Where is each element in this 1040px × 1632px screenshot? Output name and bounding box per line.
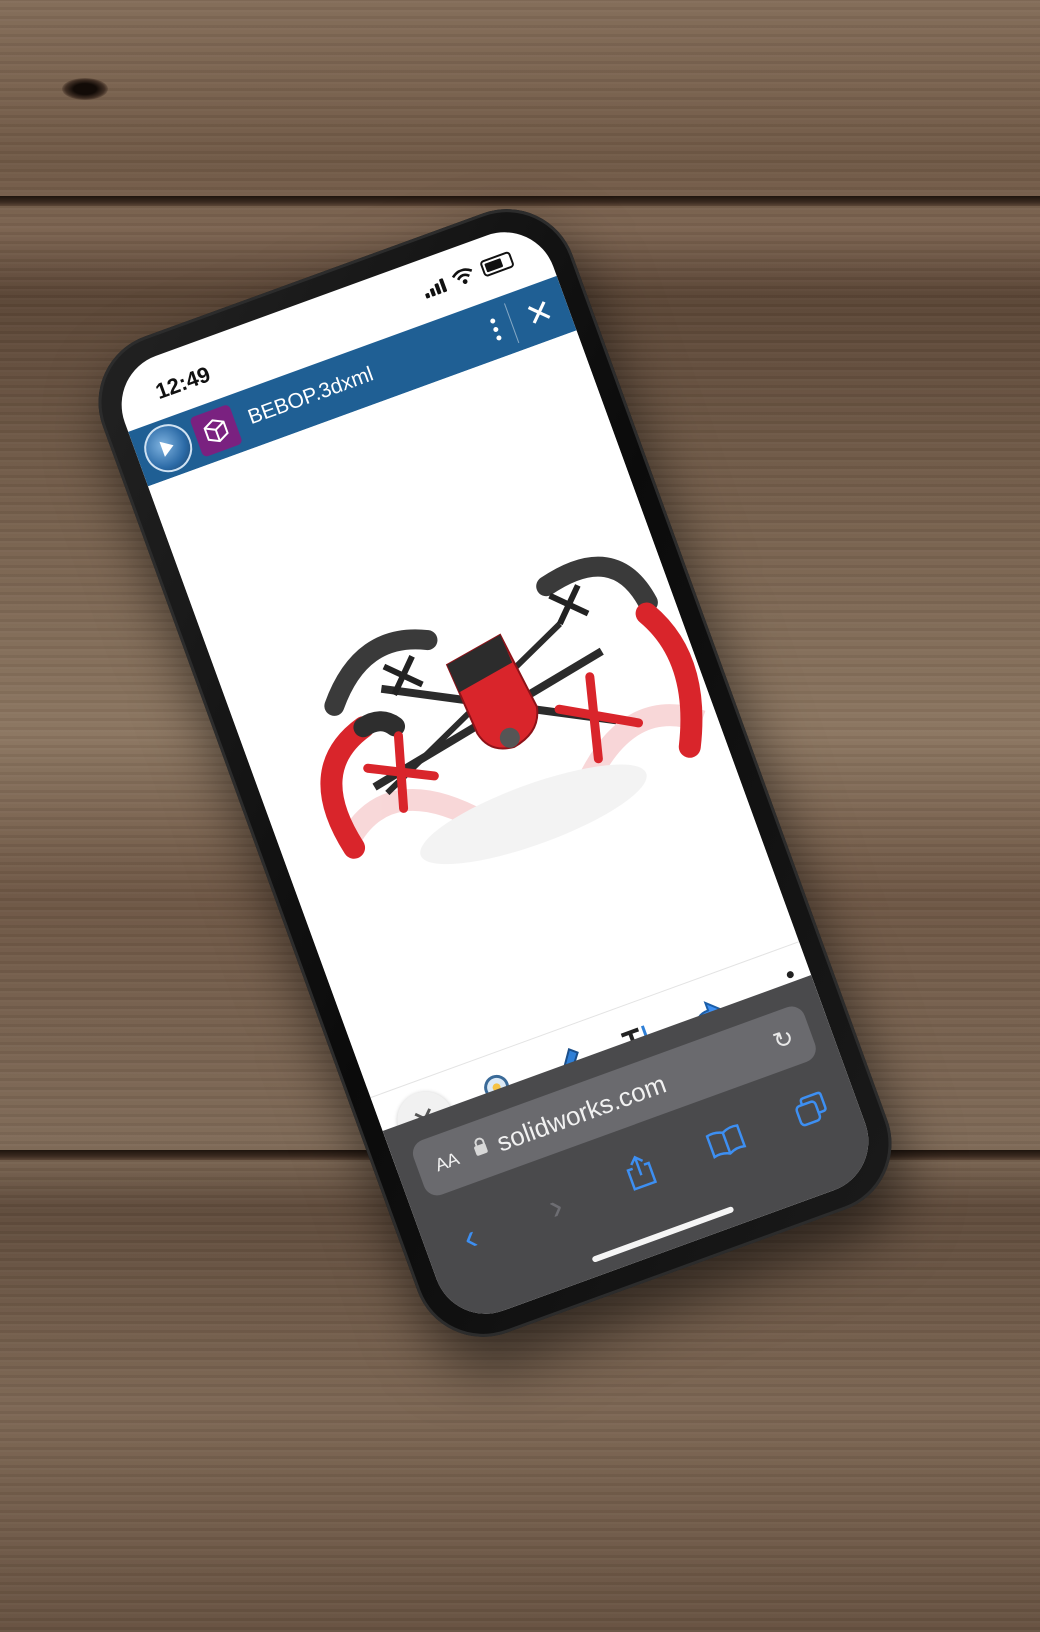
cellular-signal-icon — [421, 276, 448, 299]
status-icons — [421, 250, 516, 299]
lock-icon — [473, 1142, 489, 1157]
wood-knot — [62, 78, 108, 100]
tabs-icon[interactable] — [782, 1085, 843, 1142]
cube-icon[interactable] — [189, 403, 244, 458]
wifi-icon — [451, 268, 473, 284]
battery-icon — [479, 250, 516, 278]
bookmarks-icon[interactable] — [696, 1116, 757, 1173]
forward-button[interactable]: › — [525, 1178, 586, 1235]
back-button[interactable]: ‹ — [439, 1209, 500, 1266]
compass-icon[interactable] — [137, 417, 199, 479]
share-icon[interactable] — [610, 1146, 672, 1205]
text-size-button[interactable]: AA — [432, 1148, 462, 1176]
status-time: 12:49 — [152, 361, 214, 405]
